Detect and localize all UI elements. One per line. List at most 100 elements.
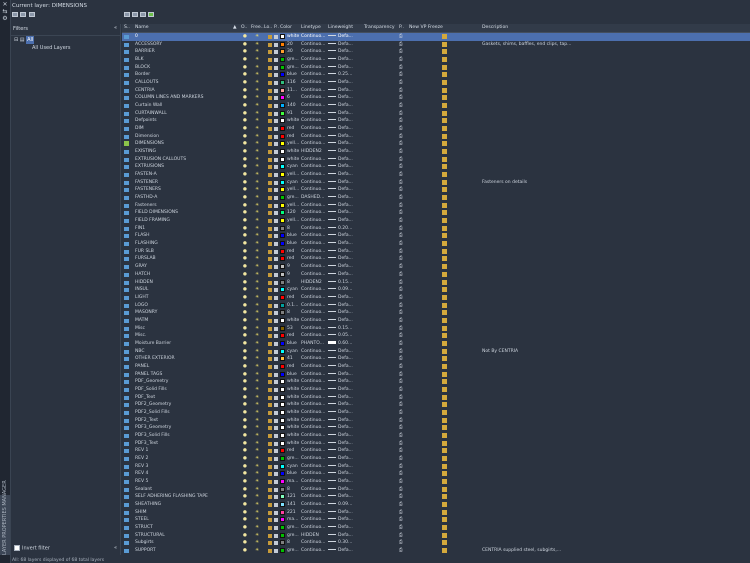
layer-name[interactable]: REV 4 (135, 470, 148, 478)
layer-name[interactable]: FASTENER (135, 179, 158, 187)
color-swatch[interactable] (280, 371, 285, 377)
vp-freeze-icon[interactable] (442, 95, 447, 101)
layer-name[interactable]: PANEL TAGS (135, 371, 162, 379)
vp-freeze-icon[interactable] (442, 279, 447, 285)
layer-row[interactable]: FLASH ● ☀ blue Continuo... Defa... ⎙ (122, 232, 750, 240)
layer-color[interactable]: cyan (287, 163, 298, 171)
layer-linetype[interactable]: Continuo... (301, 332, 325, 340)
plot-icon[interactable]: ⎙ (399, 171, 403, 179)
layer-lineweight[interactable]: Defa... (328, 110, 353, 118)
vp-freeze-icon[interactable] (442, 49, 447, 55)
padlock-icon[interactable] (268, 272, 272, 277)
layer-name[interactable]: LOGO (135, 302, 148, 310)
sun-icon[interactable]: ☀ (255, 248, 259, 256)
layer-lineweight[interactable]: Defa... (328, 87, 353, 95)
lightbulb-icon[interactable]: ● (243, 110, 247, 118)
layer-color[interactable]: 140 (287, 102, 296, 110)
layer-color[interactable]: gre... (287, 455, 299, 463)
plot-icon[interactable]: ⎙ (399, 332, 403, 340)
sun-icon[interactable]: ☀ (255, 71, 259, 79)
layer-row[interactable]: STRUCT ● ☀ gre... Continuo... Defa... ⎙ (122, 524, 750, 532)
color-swatch[interactable] (280, 294, 285, 300)
layer-row[interactable]: SELF ADHERING FLASHING TAPE ● ☀ 121 Continuo… (122, 493, 750, 501)
padlock-icon[interactable] (268, 50, 272, 55)
layer-linetype[interactable]: Continuo... (301, 447, 325, 455)
printer-icon[interactable] (274, 226, 278, 231)
padlock-icon[interactable] (268, 495, 272, 500)
printer-icon[interactable] (274, 502, 278, 507)
padlock-icon[interactable] (268, 249, 272, 254)
color-swatch[interactable] (280, 233, 285, 239)
color-swatch[interactable] (280, 34, 285, 39)
padlock-icon[interactable] (268, 372, 272, 377)
color-swatch[interactable] (280, 133, 285, 139)
layer-name[interactable]: SELF ADHERING FLASHING TAPE (135, 493, 208, 501)
sun-icon[interactable]: ☀ (255, 87, 259, 95)
lightbulb-icon[interactable]: ● (243, 186, 247, 194)
printer-icon[interactable] (274, 180, 278, 185)
layer-description[interactable]: Gaskets, shims, baffles, end clips, tap.… (482, 41, 571, 49)
printer-icon[interactable] (274, 73, 278, 78)
layer-color[interactable]: red (287, 363, 294, 371)
lightbulb-icon[interactable]: ● (243, 140, 247, 148)
printer-icon[interactable] (274, 533, 278, 538)
layer-linetype[interactable]: PHANTO... (301, 340, 324, 348)
layer-row[interactable]: MASONRY ● ☀ 8 Continuo... Defa... ⎙ (122, 309, 750, 317)
layer-name[interactable]: INSUL (135, 286, 148, 294)
printer-icon[interactable] (274, 211, 278, 216)
plot-icon[interactable]: ⎙ (399, 440, 403, 448)
padlock-icon[interactable] (268, 510, 272, 515)
lightbulb-icon[interactable]: ● (243, 263, 247, 271)
padlock-icon[interactable] (268, 180, 272, 185)
layer-description[interactable]: CENTRIA supplied steel, subgirts,... (482, 547, 561, 555)
layer-row[interactable]: PANEL ● ☀ red Continuo... Defa... ⎙ (122, 363, 750, 371)
sun-icon[interactable]: ☀ (255, 332, 259, 340)
color-swatch[interactable] (280, 149, 285, 155)
plot-icon[interactable]: ⎙ (399, 232, 403, 240)
layer-row[interactable]: PDF3_Solid Fills ● ☀ white Continuo... Defa..… (122, 432, 750, 440)
vp-freeze-icon[interactable] (442, 195, 447, 201)
layer-linetype[interactable]: Continuo... (301, 179, 325, 187)
plot-icon[interactable]: ⎙ (399, 524, 403, 532)
vp-freeze-icon[interactable] (442, 394, 447, 400)
layer-linetype[interactable]: Continuo... (301, 102, 325, 110)
lightbulb-icon[interactable]: ● (243, 516, 247, 524)
vp-freeze-icon[interactable] (442, 256, 447, 262)
lightbulb-icon[interactable]: ● (243, 493, 247, 501)
lightbulb-icon[interactable]: ● (243, 409, 247, 417)
palette-title[interactable]: LAYER PROPERTIES MANAGER (0, 480, 10, 555)
color-swatch[interactable] (280, 486, 285, 492)
vp-freeze-icon[interactable] (442, 494, 447, 500)
layer-color[interactable]: yell... (287, 171, 299, 179)
padlock-icon[interactable] (268, 203, 272, 208)
filter-all[interactable]: ⊟ ▤ All (14, 36, 120, 44)
padlock-icon[interactable] (268, 518, 272, 523)
layer-name[interactable]: FUR SLB (135, 248, 154, 256)
layer-linetype[interactable]: DASHED... (301, 194, 324, 202)
layer-row[interactable]: FIELD DIMENSIONS ● ☀ 120 Continuo... Defa... ⎙ (122, 209, 750, 217)
layer-name[interactable]: ACCESSORY (135, 41, 162, 49)
printer-icon[interactable] (274, 88, 278, 93)
layer-name[interactable]: REV 3 (135, 463, 148, 471)
layer-row[interactable]: HATCH ● ☀ 9 Continuo... Defa... ⎙ (122, 271, 750, 279)
color-swatch[interactable] (280, 110, 285, 116)
collapse-filters-button[interactable]: « (114, 25, 117, 31)
vp-freeze-icon[interactable] (442, 333, 447, 339)
layer-row[interactable]: SUPPORT ● ☀ gre... Continuo... Defa... ⎙ CENTRI… (122, 547, 750, 555)
sun-icon[interactable]: ☀ (255, 217, 259, 225)
printer-icon[interactable] (274, 203, 278, 208)
lightbulb-icon[interactable]: ● (243, 463, 247, 471)
plot-icon[interactable]: ⎙ (399, 340, 403, 348)
vp-freeze-icon[interactable] (442, 103, 447, 109)
lightbulb-icon[interactable]: ● (243, 378, 247, 386)
layer-lineweight[interactable]: 0.09... (328, 286, 352, 294)
sun-icon[interactable]: ☀ (255, 240, 259, 248)
vp-freeze-icon[interactable] (442, 118, 447, 124)
layer-name[interactable]: OTHER EXTERIOR (135, 355, 175, 363)
layer-linetype[interactable]: Continuo... (301, 539, 325, 547)
layer-color[interactable]: 9 (287, 271, 290, 279)
plot-icon[interactable]: ⎙ (399, 539, 403, 547)
layer-color[interactable]: yell... (287, 140, 299, 148)
color-swatch[interactable] (280, 264, 285, 270)
sun-icon[interactable]: ☀ (255, 309, 259, 317)
